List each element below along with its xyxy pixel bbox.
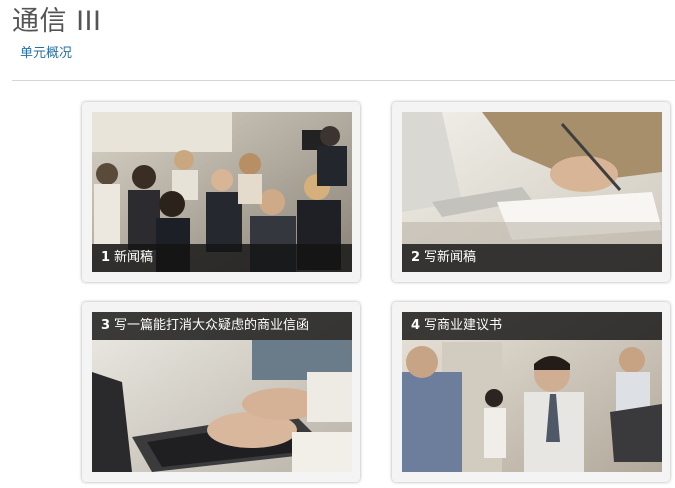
lesson-2-number: 2	[411, 250, 421, 265]
lesson-3-caption: 3 写一篇能打消大众疑虑的商业信函	[92, 312, 352, 340]
lesson-1-caption: 1 新闻稿	[92, 244, 352, 272]
lesson-1-number: 1	[101, 250, 111, 265]
header-divider	[12, 80, 675, 81]
page-title: 通信 III	[12, 6, 102, 37]
lesson-card-2[interactable]: 2 写新闻稿	[392, 102, 670, 282]
lesson-card-4[interactable]: 4 写商业建议书	[392, 302, 670, 482]
lesson-1-title: 新闻稿	[114, 250, 154, 265]
lesson-2-caption: 2 写新闻稿	[402, 244, 662, 272]
lesson-2-image: 2 写新闻稿	[402, 112, 662, 272]
lesson-3-image: 3 写一篇能打消大众疑虑的商业信函	[92, 312, 352, 472]
lesson-card-3[interactable]: 3 写一篇能打消大众疑虑的商业信函	[82, 302, 360, 482]
lesson-1-image: 1 新闻稿	[92, 112, 352, 272]
lesson-card-1[interactable]: 1 新闻稿	[82, 102, 360, 282]
lesson-4-number: 4	[411, 318, 421, 333]
lesson-2-title: 写新闻稿	[424, 250, 477, 265]
lesson-3-title: 写一篇能打消大众疑虑的商业信函	[114, 318, 310, 333]
unit-overview-link[interactable]: 单元概况	[20, 45, 72, 63]
lesson-4-caption: 4 写商业建议书	[402, 312, 662, 340]
lesson-3-number: 3	[101, 318, 111, 333]
lesson-4-title: 写商业建议书	[424, 318, 503, 333]
lesson-4-image: 4 写商业建议书	[402, 312, 662, 472]
page: 通信 III 单元概况 1 新闻稿 2 写新闻稿 3 写一篇能打消大众疑虑的商业…	[0, 0, 675, 488]
